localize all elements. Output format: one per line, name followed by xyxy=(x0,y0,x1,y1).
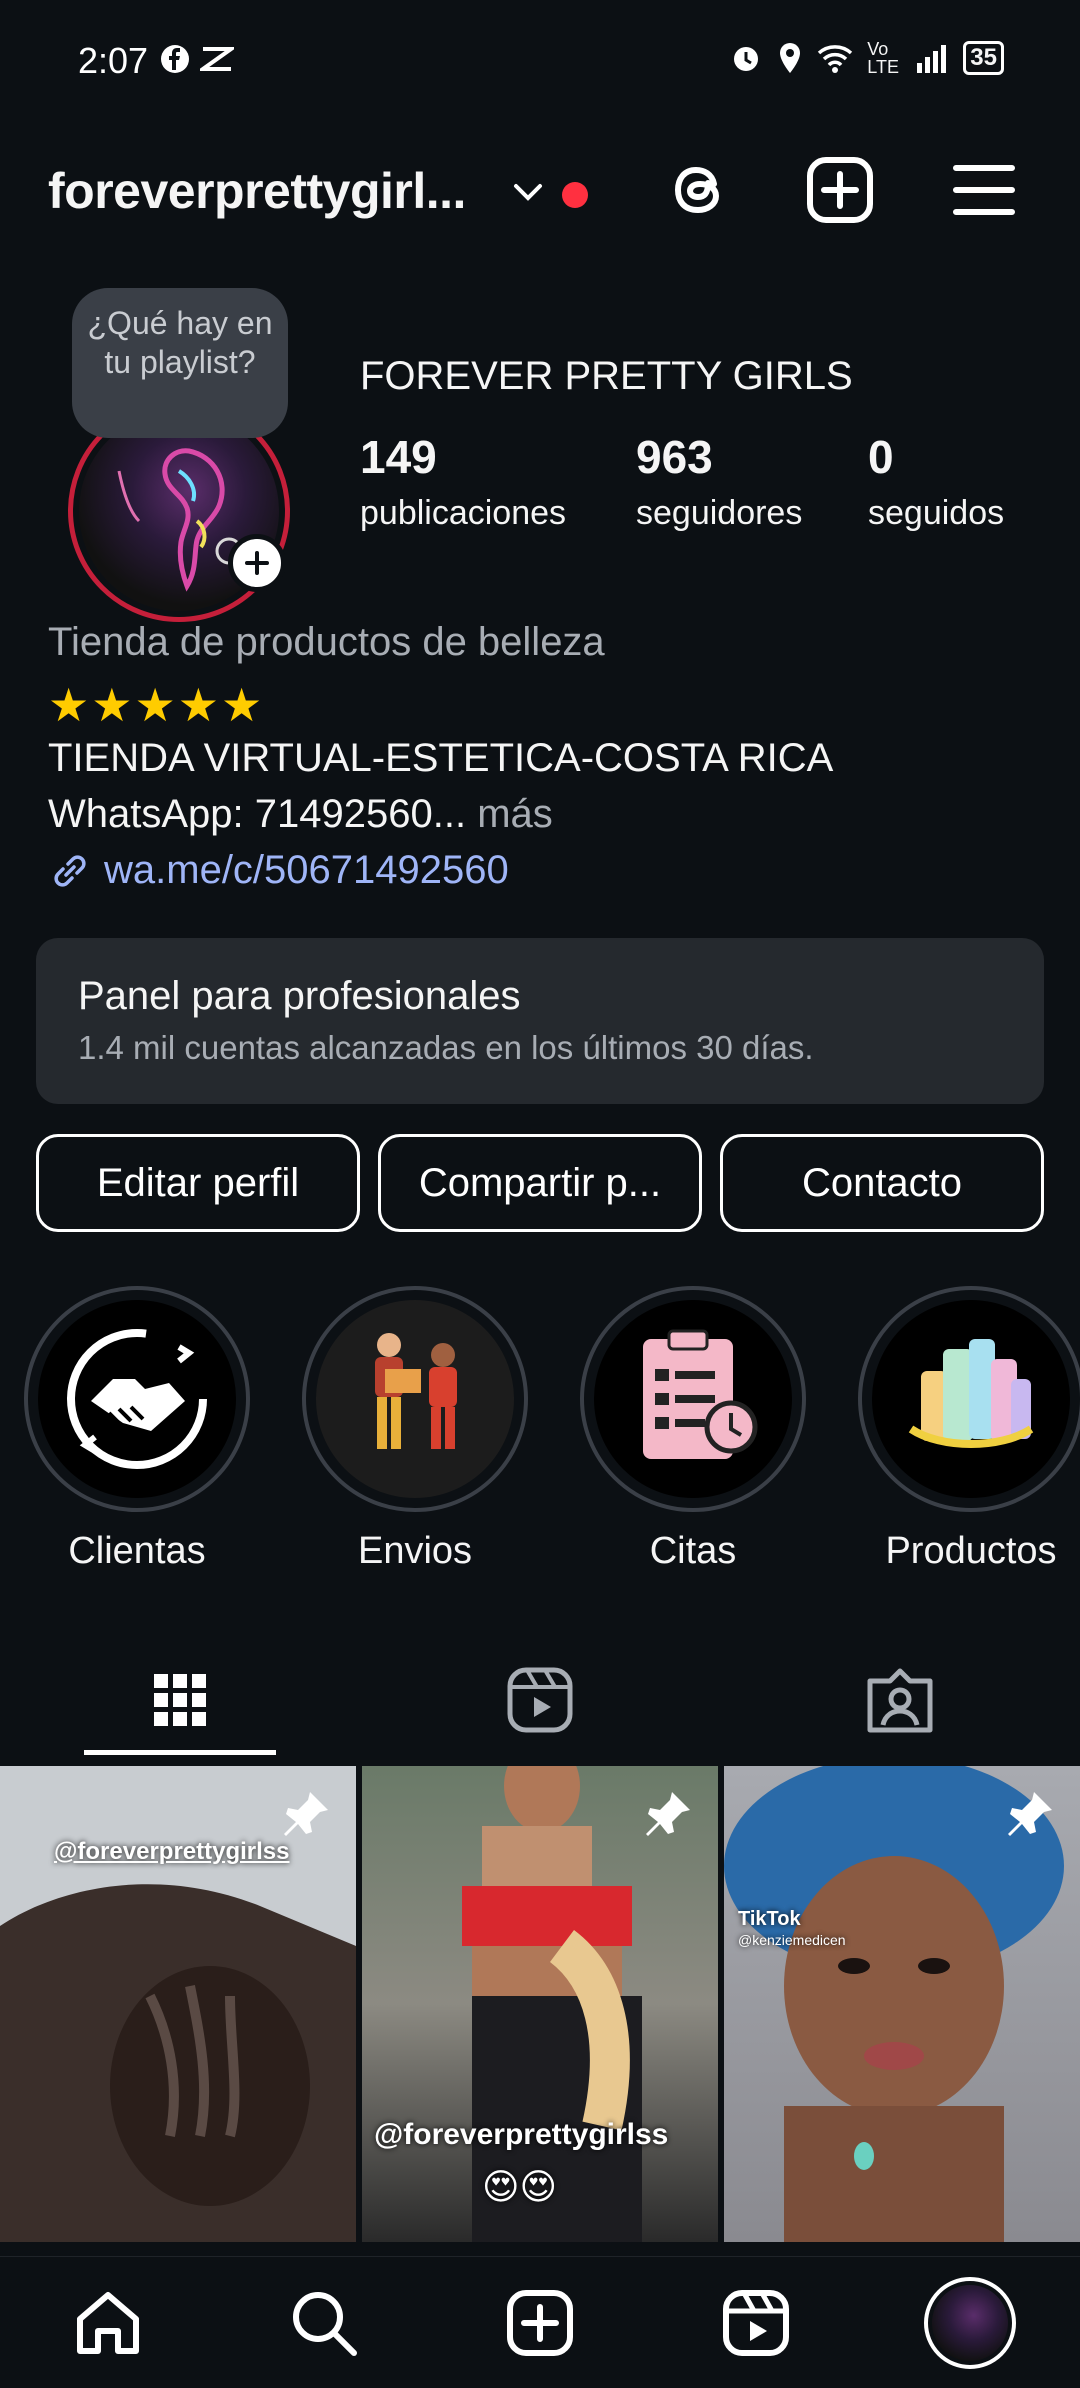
link-icon xyxy=(54,854,86,887)
pro-panel-title: Panel para profesionales xyxy=(78,974,521,1018)
edit-profile-button[interactable]: Editar perfil xyxy=(36,1134,360,1232)
add-story-button[interactable] xyxy=(228,534,286,592)
emoji-heart-eyes-icon: 😍😍 xyxy=(482,2166,558,2207)
highlight-label: Citas xyxy=(649,1530,737,1572)
pro-panel-subtitle: 1.4 mil cuentas alcanzadas en los último… xyxy=(78,1029,814,1066)
highlight-ring xyxy=(580,1286,806,1512)
highlight-citas[interactable]: Citas xyxy=(580,1286,806,1573)
profile-category: Tienda de productos de belleza xyxy=(48,620,605,664)
profile-avatar-small xyxy=(924,2277,1016,2369)
highlight-label: Productos xyxy=(885,1530,1057,1572)
signal-icon xyxy=(917,45,947,73)
highlight-productos[interactable]: Productos xyxy=(858,1286,1080,1573)
stat-followers-value: 963 xyxy=(636,431,713,483)
pin-icon xyxy=(646,1792,690,1836)
create-post-icon xyxy=(507,2290,573,2356)
capcut-icon xyxy=(200,47,234,71)
bottom-navigation xyxy=(0,2256,1080,2388)
nav-create[interactable] xyxy=(504,2287,576,2364)
bio-line-whatsapp: WhatsApp: 71492560... más xyxy=(48,792,553,837)
highlight-clientas[interactable]: Clientas xyxy=(24,1286,250,1573)
home-icon xyxy=(77,2292,139,2354)
post-thumbnail[interactable]: TikTok @kenziemedicen xyxy=(724,1766,1080,2242)
tab-tagged[interactable] xyxy=(720,1640,1080,1760)
profile-header: foreverprettygirl... xyxy=(0,140,1080,250)
stat-following-value: 0 xyxy=(868,431,894,483)
stat-following-label: seguidos xyxy=(868,494,1005,532)
network-type: Vo LTE xyxy=(867,39,899,77)
facebook-icon xyxy=(161,45,189,73)
search-icon xyxy=(293,2292,357,2356)
highlight-ring xyxy=(24,1286,250,1512)
highlight-cover xyxy=(316,1300,514,1498)
location-icon xyxy=(780,43,801,73)
highlight-ring xyxy=(858,1286,1080,1512)
tagged-person-icon xyxy=(867,1668,933,1733)
highlight-cover xyxy=(872,1300,1070,1498)
bio-line: TIENDA VIRTUAL-ESTETICA-COSTA RICA xyxy=(48,736,834,780)
stat-followers[interactable]: 963 seguidores xyxy=(636,430,802,533)
notification-dot xyxy=(562,182,588,208)
nav-search[interactable] xyxy=(288,2287,360,2364)
note-bubble[interactable]: ¿Qué hay en tu playlist? xyxy=(72,288,288,438)
profile-tabs xyxy=(0,1640,1080,1760)
status-system-icons: Vo LTE 35 xyxy=(729,40,1004,76)
create-post-icon[interactable] xyxy=(804,154,876,226)
tab-posts-grid[interactable] xyxy=(0,1640,360,1760)
share-profile-button[interactable]: Compartir p... xyxy=(378,1134,702,1232)
highlight-cover xyxy=(38,1300,236,1498)
tiktok-watermark: TikTok xyxy=(738,1908,801,1930)
highlight-label: Clientas xyxy=(68,1530,206,1572)
posts-grid: @foreverprettygirlss @foreverprettygirls… xyxy=(0,1766,1080,2246)
status-notification-icons xyxy=(160,44,234,74)
threads-icon[interactable] xyxy=(664,154,736,226)
beauty-products-icon xyxy=(908,1339,1034,1448)
highlight-label: Envios xyxy=(357,1530,473,1572)
bio-more-link[interactable]: más xyxy=(477,792,553,836)
highlight-ring xyxy=(302,1286,528,1512)
highlight-envios[interactable]: Envios xyxy=(302,1286,528,1573)
tab-reels[interactable] xyxy=(360,1640,720,1760)
pin-icon xyxy=(284,1792,328,1836)
reels-icon xyxy=(507,1667,573,1733)
tiktok-handle: @kenziemedicen xyxy=(738,1932,846,1948)
stat-posts[interactable]: 149 publicaciones xyxy=(360,430,566,533)
stat-followers-label: seguidores xyxy=(636,494,803,532)
delivery-people-icon xyxy=(375,1333,457,1449)
bio-link-text: wa.me/c/50671492560 xyxy=(104,848,509,892)
pin-icon xyxy=(1008,1792,1052,1836)
username-switcher[interactable]: foreverprettygirl... xyxy=(48,162,466,220)
bio-stars: ★★★★★ xyxy=(48,679,265,731)
nav-profile[interactable] xyxy=(924,2277,1016,2369)
contact-button[interactable]: Contacto xyxy=(720,1134,1044,1232)
post-overlay-handle: @foreverprettygirlss xyxy=(374,2118,669,2151)
post-thumbnail[interactable]: @foreverprettygirlss xyxy=(0,1766,356,2242)
nav-home[interactable] xyxy=(72,2287,144,2364)
nav-reels[interactable] xyxy=(720,2287,792,2364)
display-name: FOREVER PRETTY GIRLS xyxy=(360,354,853,398)
menu-icon[interactable] xyxy=(952,154,1016,226)
handshake-icon xyxy=(67,1329,207,1469)
grid-icon xyxy=(154,1674,206,1726)
stat-following[interactable]: 0 seguidos xyxy=(868,430,1004,533)
bio-whatsapp-text: WhatsApp: 71492560... xyxy=(48,792,467,836)
plus-icon xyxy=(245,551,269,575)
chevron-down-icon[interactable] xyxy=(508,172,548,212)
status-bar: 2:07 Vo LTE 35 xyxy=(0,0,1080,120)
alarm-icon xyxy=(734,47,759,71)
highlight-cover xyxy=(594,1300,792,1498)
wifi-icon xyxy=(818,45,853,73)
status-time: 2:07 xyxy=(78,40,149,81)
clipboard-schedule-icon xyxy=(643,1329,758,1459)
stat-posts-label: publicaciones xyxy=(360,494,567,532)
professional-dashboard[interactable]: Panel para profesionales 1.4 mil cuentas… xyxy=(36,938,1044,1104)
battery-icon: 35 xyxy=(963,41,1004,75)
avatar xyxy=(932,2285,1008,2361)
stat-posts-value: 149 xyxy=(360,431,437,483)
post-overlay-handle: @foreverprettygirlss xyxy=(54,1838,290,1865)
bio-link[interactable]: wa.me/c/50671492560 xyxy=(48,848,509,893)
active-tab-indicator xyxy=(84,1750,276,1755)
post-thumbnail[interactable]: @foreverprettygirlss 😍😍 xyxy=(362,1766,718,2242)
reels-icon xyxy=(723,2290,789,2356)
